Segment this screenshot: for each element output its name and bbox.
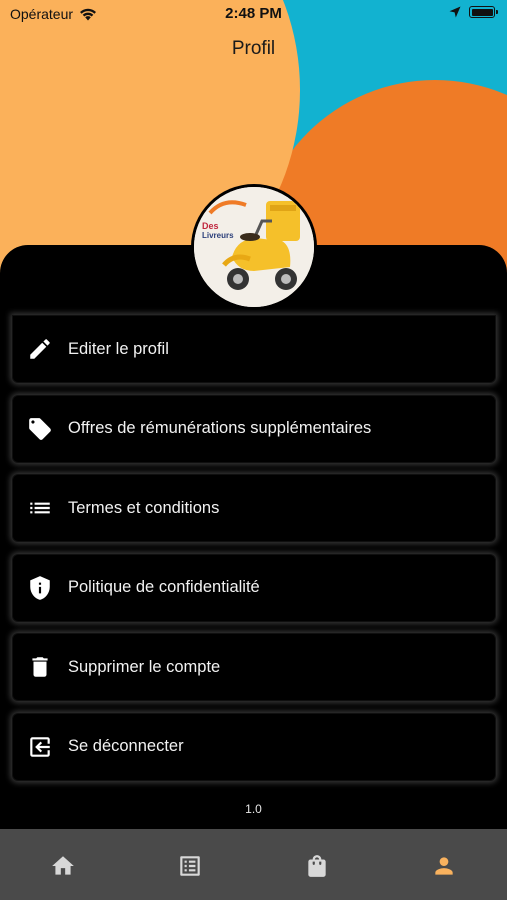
status-bar: Opérateur 2:48 PM xyxy=(0,0,507,28)
page-title: Profil xyxy=(231,38,276,59)
menu-item-edit-profile[interactable]: Editer le profil xyxy=(12,315,496,383)
list-alt-icon xyxy=(180,856,200,876)
tab-orders[interactable] xyxy=(127,829,254,900)
pencil-icon xyxy=(30,339,50,359)
status-time: 2:48 PM xyxy=(225,5,282,22)
battery-icon xyxy=(469,6,498,18)
tab-profile[interactable] xyxy=(380,829,507,900)
menu-item-label: Termes et conditions xyxy=(68,498,220,517)
list-icon xyxy=(30,502,50,514)
home-icon xyxy=(52,856,75,875)
menu-item-privacy[interactable]: Politique de confidentialité xyxy=(12,553,496,622)
menu-item-label: Offres de rémunérations supplémentaires xyxy=(68,419,372,437)
shield-info-icon xyxy=(30,575,50,600)
tab-home[interactable] xyxy=(0,829,127,900)
svg-text:Des: Des xyxy=(202,221,219,231)
scooter-logo-image: Des Livreurs xyxy=(194,187,314,307)
profile-menu: Editer le profil Offres de rémunérations… xyxy=(12,315,496,792)
avatar[interactable]: Des Livreurs xyxy=(191,184,317,310)
menu-item-extra-offers[interactable]: Offres de rémunérations supplémentaires xyxy=(12,394,496,463)
svg-text:Livreurs: Livreurs xyxy=(202,231,234,240)
avatar-image: Des Livreurs xyxy=(194,187,314,307)
app-version: 1.0 xyxy=(245,802,262,816)
menu-item-terms[interactable]: Termes et conditions xyxy=(12,474,496,542)
trash-icon xyxy=(32,657,48,677)
menu-item-label: Se déconnecter xyxy=(68,737,184,755)
profile-screen: Opérateur 2:48 PM Profil Des Livreurs Ed… xyxy=(0,0,507,900)
logout-icon xyxy=(30,736,50,757)
tab-shop[interactable] xyxy=(254,829,381,900)
menu-item-label: Editer le profil xyxy=(68,339,169,358)
tag-icon xyxy=(29,417,51,440)
menu-item-logout[interactable]: Se déconnecter xyxy=(12,712,496,781)
menu-item-label: Politique de confidentialité xyxy=(68,578,260,596)
person-icon xyxy=(434,857,453,875)
shopping-bag-icon xyxy=(308,855,326,877)
menu-item-delete-account[interactable]: Supprimer le compte xyxy=(12,633,496,701)
menu-item-label: Supprimer le compte xyxy=(68,657,221,676)
location-arrow-icon xyxy=(449,6,461,18)
tab-bar xyxy=(0,829,507,900)
